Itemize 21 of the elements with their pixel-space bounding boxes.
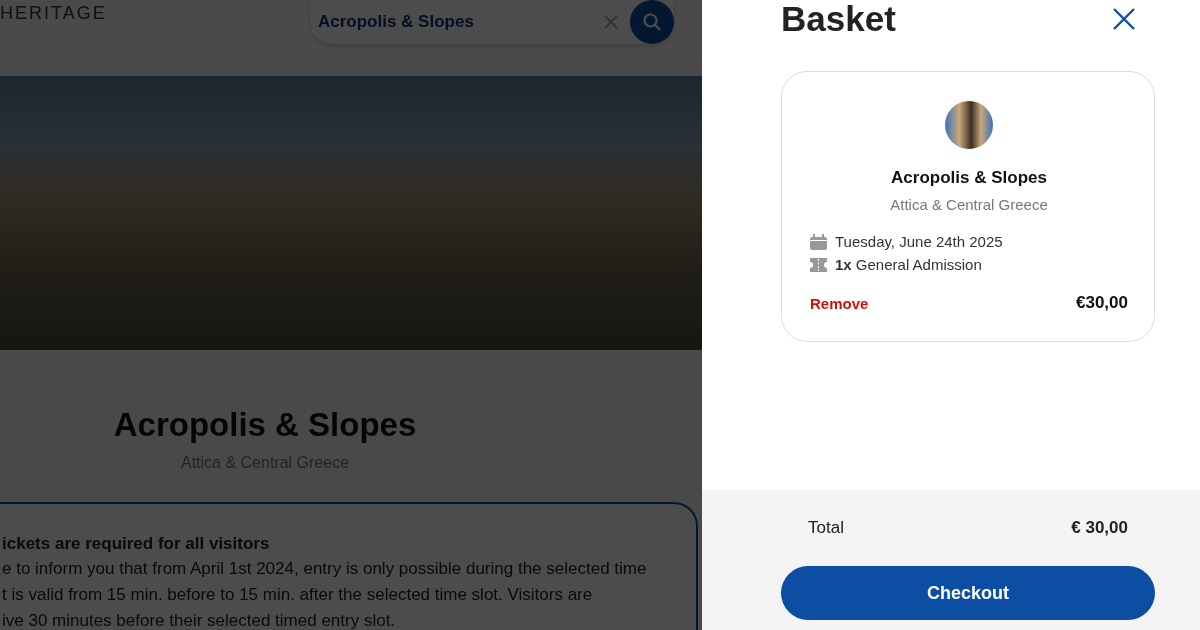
item-date: Tuesday, June 24th 2025: [835, 233, 1003, 250]
notice-heading: ickets are required for all visitors: [2, 533, 271, 555]
photo-placeholder: [945, 101, 993, 149]
total-amount: € 30,00: [1071, 518, 1128, 538]
item-price: €30,00: [1076, 293, 1128, 313]
notice-text: t is valid from 15 min. before to 15 min. after the selected time slot. Visitors are: [2, 584, 594, 606]
logo-text: HERITAGE: [0, 3, 107, 24]
total-label: Total: [808, 518, 844, 538]
ticket-icon: [810, 257, 827, 272]
checkout-button[interactable]: Checkout: [781, 566, 1155, 620]
item-ticket: 1x General Admission: [835, 256, 982, 273]
basket-title: Basket: [781, 0, 896, 39]
close-icon[interactable]: [1113, 8, 1135, 30]
notice-text: e to inform you that from April 1st 2024, entry is only possible during the selected time: [2, 558, 648, 580]
calendar-icon: [810, 233, 827, 250]
remove-link[interactable]: Remove: [810, 294, 869, 312]
item-name: Acropolis & Slopes: [890, 168, 1048, 188]
dim-overlay[interactable]: [0, 0, 702, 630]
site-title: Acropolis & Slopes: [112, 406, 418, 444]
notice-text: ive 30 minutes before their selected timed entry slot.: [2, 610, 397, 630]
item-region: Attica & Central Greece: [889, 196, 1049, 213]
